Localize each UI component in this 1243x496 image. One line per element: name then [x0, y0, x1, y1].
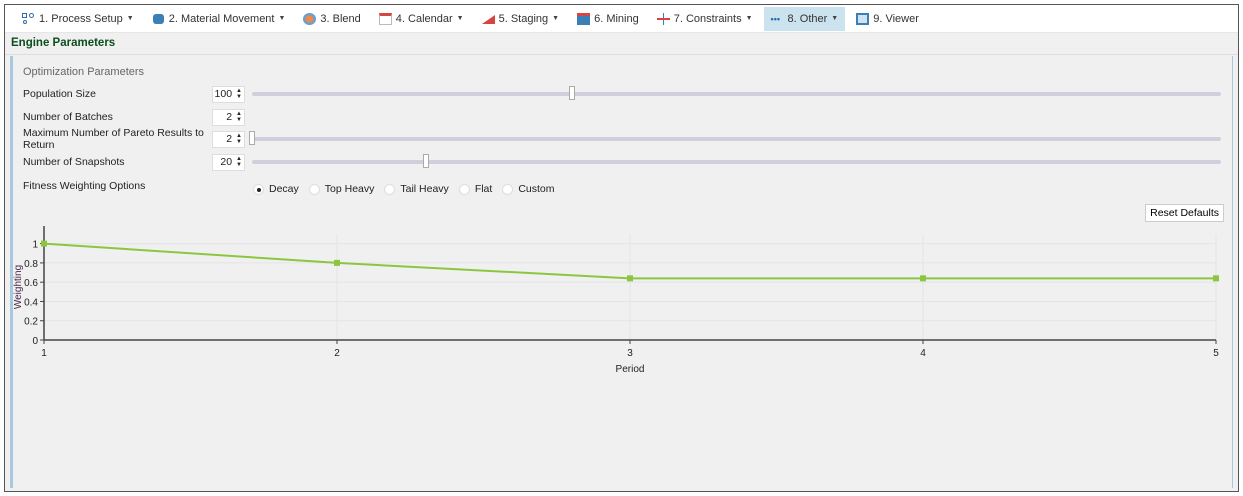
toolbar-item-label: 9. Viewer [873, 12, 919, 25]
toolbar-item-label: 4. Calendar [395, 12, 453, 25]
caret-down-icon[interactable]: ▼ [457, 15, 464, 22]
toolbar-item-label: 6. Mining [594, 12, 639, 25]
data-point [334, 259, 340, 266]
x-tick-label: 3 [627, 348, 633, 359]
y-tick-label: 0.8 [24, 259, 38, 270]
y-tick-label: 0.6 [24, 278, 38, 289]
engine-parameters-panel: Optimization Parameters Population Size … [10, 56, 1233, 488]
constraints-icon [656, 12, 670, 25]
viewer-icon [856, 12, 870, 25]
x-axis-label: Period [616, 364, 645, 375]
toolbar-item-label: 5. Staging [498, 12, 549, 25]
toolbar-item-2[interactable]: 2. Material Movement ▼ [145, 7, 293, 31]
weighting-chart: 0 0.2 0.4 0.6 0.8 1 1 2 3 4 5 Period Weighting [13, 226, 1219, 375]
main-toolbar: 1. Process Setup ▼ 2. Material Movement ▼ 3.… [5, 5, 1238, 33]
caret-down-icon[interactable]: ▼ [278, 15, 285, 22]
more-dots-icon: ••• [770, 13, 780, 24]
y-tick-label: 0.2 [24, 317, 38, 328]
data-point [920, 275, 926, 282]
toolbar-item-label: 7. Constraints [673, 12, 742, 25]
y-tick-label: 1 [32, 240, 38, 251]
toolbar-item-1[interactable]: 1. Process Setup ▼ [15, 7, 141, 31]
toolbar-item-label: 1. Process Setup [39, 12, 123, 25]
x-tick-label: 2 [334, 348, 340, 359]
toolbar-item-9[interactable]: 9. Viewer [849, 7, 926, 31]
toolbar-item-7[interactable]: 7. Constraints ▼ [650, 7, 760, 31]
x-tick-label: 5 [1213, 348, 1219, 359]
material-movement-icon [152, 13, 165, 25]
caret-down-icon[interactable]: ▼ [552, 15, 559, 22]
blend-icon [303, 12, 317, 25]
process-setup-icon [22, 12, 35, 25]
caret-down-icon[interactable]: ▼ [127, 15, 134, 22]
toolbar-item-8[interactable]: ••• 8. Other ▼ [763, 6, 846, 31]
toolbar-item-3[interactable]: 3. Blend [296, 7, 367, 31]
mining-icon [577, 12, 591, 25]
toolbar-item-label: 8. Other [787, 12, 828, 25]
caret-down-icon[interactable]: ▼ [746, 15, 753, 22]
data-point [41, 240, 47, 247]
toolbar-item-6[interactable]: 6. Mining [570, 7, 646, 31]
caret-down-icon[interactable]: ▼ [831, 15, 838, 22]
page-title: Engine Parameters [5, 33, 1238, 55]
x-tick-label: 1 [41, 348, 47, 359]
toolbar-item-label: 2. Material Movement [168, 12, 275, 25]
calendar-icon [378, 12, 392, 25]
data-point [1213, 275, 1219, 282]
y-tick-label: 0 [32, 336, 38, 347]
data-point [627, 275, 633, 282]
y-axis-label: Weighting [13, 265, 24, 309]
staging-icon [481, 13, 495, 25]
toolbar-item-5[interactable]: 5. Staging ▼ [475, 7, 566, 31]
app-window: 1. Process Setup ▼ 2. Material Movement ▼ 3.… [4, 4, 1239, 492]
toolbar-item-label: 3. Blend [320, 12, 361, 25]
toolbar-item-4[interactable]: 4. Calendar ▼ [372, 7, 471, 31]
x-tick-label: 4 [920, 348, 926, 359]
y-tick-label: 0.4 [24, 297, 38, 308]
